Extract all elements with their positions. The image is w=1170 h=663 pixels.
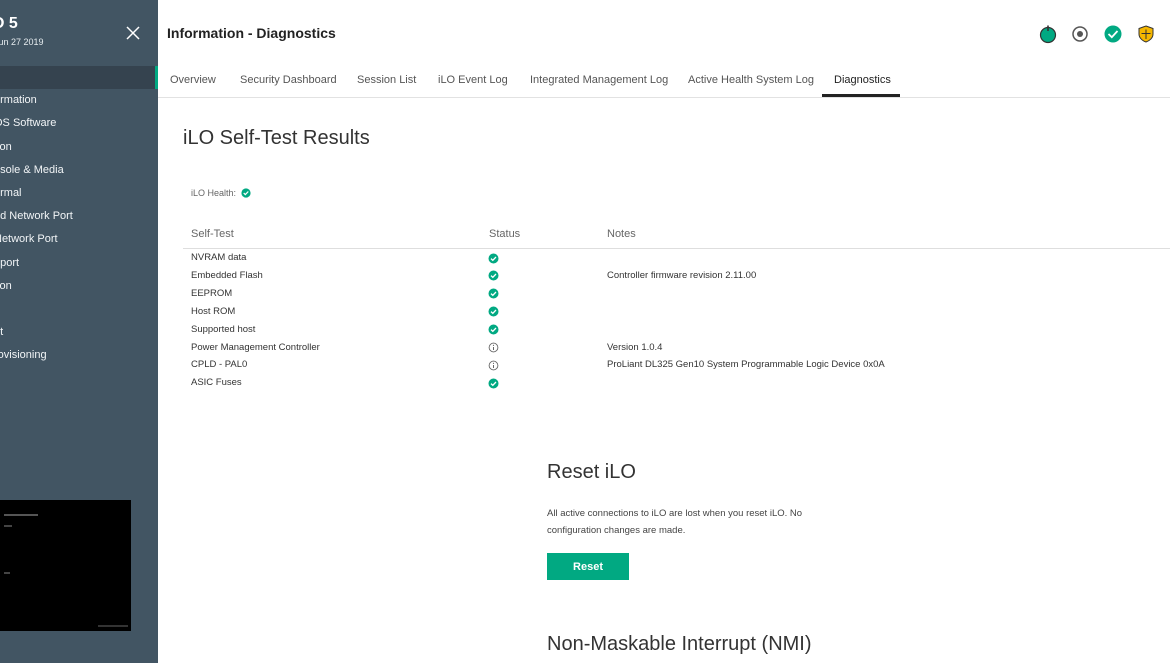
remote-console-thumbnail[interactable] (0, 500, 131, 631)
sidebar-item-home[interactable]: o (0, 66, 158, 90)
console-text-line (4, 514, 38, 516)
sidebar-item-security[interactable] (0, 298, 158, 321)
console-text-line (4, 572, 10, 574)
sidebar-nav: o ormation OS Software tion nsole & Medi… (0, 66, 158, 367)
status-ok-icon (488, 270, 499, 281)
status-ok-icon (488, 324, 499, 335)
page-title: Information - Diagnostics (167, 25, 336, 41)
tab-ilo-event-log[interactable]: iLO Event Log (438, 74, 508, 86)
power-icon[interactable] (1038, 24, 1058, 44)
product-title: O 5 (0, 15, 18, 32)
ilo-health: iLO Health: (191, 188, 251, 198)
self-test-name: Host ROM (191, 305, 236, 317)
security-shield-icon[interactable] (1136, 24, 1156, 44)
uid-locator-icon[interactable] (1070, 24, 1090, 44)
console-text-line (4, 525, 12, 527)
status-info-icon (488, 342, 499, 353)
sidebar-item-label: ormation (0, 94, 37, 107)
health-ok-icon (240, 188, 251, 198)
table-header-divider (183, 248, 1170, 249)
column-header-self-test: Self-Test (191, 228, 234, 240)
self-test-note: Version 1.0.4 (607, 341, 663, 353)
sidebar-item-label: tion (0, 140, 12, 153)
sidebar-item-shared-network-port[interactable]: Network Port (0, 228, 158, 251)
self-test-name: EEPROM (191, 287, 233, 299)
sidebar-item-information[interactable]: ormation (0, 89, 158, 112)
tab-integrated-management-log[interactable]: Integrated Management Log (530, 74, 668, 86)
sidebar-item-label: ed Network Port (0, 210, 73, 223)
sidebar-item-power-thermal[interactable]: ermal (0, 182, 158, 205)
health-ok-icon[interactable] (1103, 24, 1123, 44)
column-header-status: Status (489, 228, 521, 240)
sidebar-item-administration[interactable]: tion (0, 275, 158, 298)
tab-session-list[interactable]: Session List (357, 74, 416, 86)
reset-heading: Reset iLO (547, 461, 636, 483)
status-info-icon (488, 360, 499, 371)
tab-overview[interactable]: Overview (170, 74, 216, 86)
status-ok-icon (488, 306, 499, 317)
column-header-notes: Notes (607, 228, 636, 240)
status-ok-icon (488, 378, 499, 389)
sidebar-item-remote-support[interactable]: pport (0, 252, 158, 275)
tab-diagnostics[interactable]: Diagnostics (834, 74, 891, 86)
self-test-name: Embedded Flash (191, 269, 263, 281)
self-test-name: NVRAM data (191, 252, 247, 263)
sidebar-item-label: OS Software (0, 117, 57, 130)
tab-active-health-system-log[interactable]: Active Health System Log (688, 74, 814, 86)
ilo-health-label: iLO Health: (191, 188, 237, 198)
sidebar-item-label: nsole & Media (0, 163, 64, 176)
sidebar-header: O 5 Jun 27 2019 (0, 0, 158, 66)
active-tab-indicator (822, 94, 900, 97)
close-icon[interactable] (122, 22, 144, 44)
sidebar-item-management[interactable]: nt (0, 321, 158, 344)
sidebar-item-label: pport (0, 256, 20, 269)
sidebar-item-label: ermal (0, 186, 22, 199)
sidebar-item-label: nt (0, 326, 4, 339)
self-test-name: Supported host (191, 323, 256, 335)
reset-button[interactable]: Reset (547, 553, 629, 580)
product-subtitle: Jun 27 2019 (0, 37, 44, 47)
sidebar-item-intelligent-provisioning[interactable]: rovisioning (0, 344, 158, 367)
self-test-note: ProLiant DL325 Gen10 System Programmable… (607, 359, 885, 371)
sidebar-item-dedicated-network-port[interactable]: ed Network Port (0, 205, 158, 228)
console-text-line (98, 625, 128, 627)
sidebar-item-label: rovisioning (0, 349, 47, 362)
sidebar-item-remote-console-media[interactable]: nsole & Media (0, 159, 158, 182)
self-test-heading: iLO Self-Test Results (183, 127, 370, 149)
sidebar-item-federation[interactable]: tion (0, 136, 158, 159)
self-test-name: ASIC Fuses (191, 377, 242, 389)
status-ok-icon (488, 253, 499, 263)
tab-bar: Overview Security Dashboard Session List… (158, 66, 1170, 98)
self-test-name: CPLD - PAL0 (191, 359, 248, 371)
sidebar: O 5 Jun 27 2019 o ormation OS Software t… (0, 0, 158, 663)
nmi-heading: Non-Maskable Interrupt (NMI) (547, 633, 812, 655)
sidebar-item-label: tion (0, 279, 12, 292)
status-ok-icon (488, 288, 499, 299)
tab-security-dashboard[interactable]: Security Dashboard (240, 74, 337, 86)
reset-description: All active connections to iLO are lost w… (547, 508, 803, 536)
self-test-note: Controller firmware revision 2.11.00 (607, 269, 757, 281)
sidebar-item-firmware-os-software[interactable]: OS Software (0, 112, 158, 135)
sidebar-item-label: Network Port (0, 233, 58, 246)
self-test-name: Power Management Controller (191, 341, 320, 353)
